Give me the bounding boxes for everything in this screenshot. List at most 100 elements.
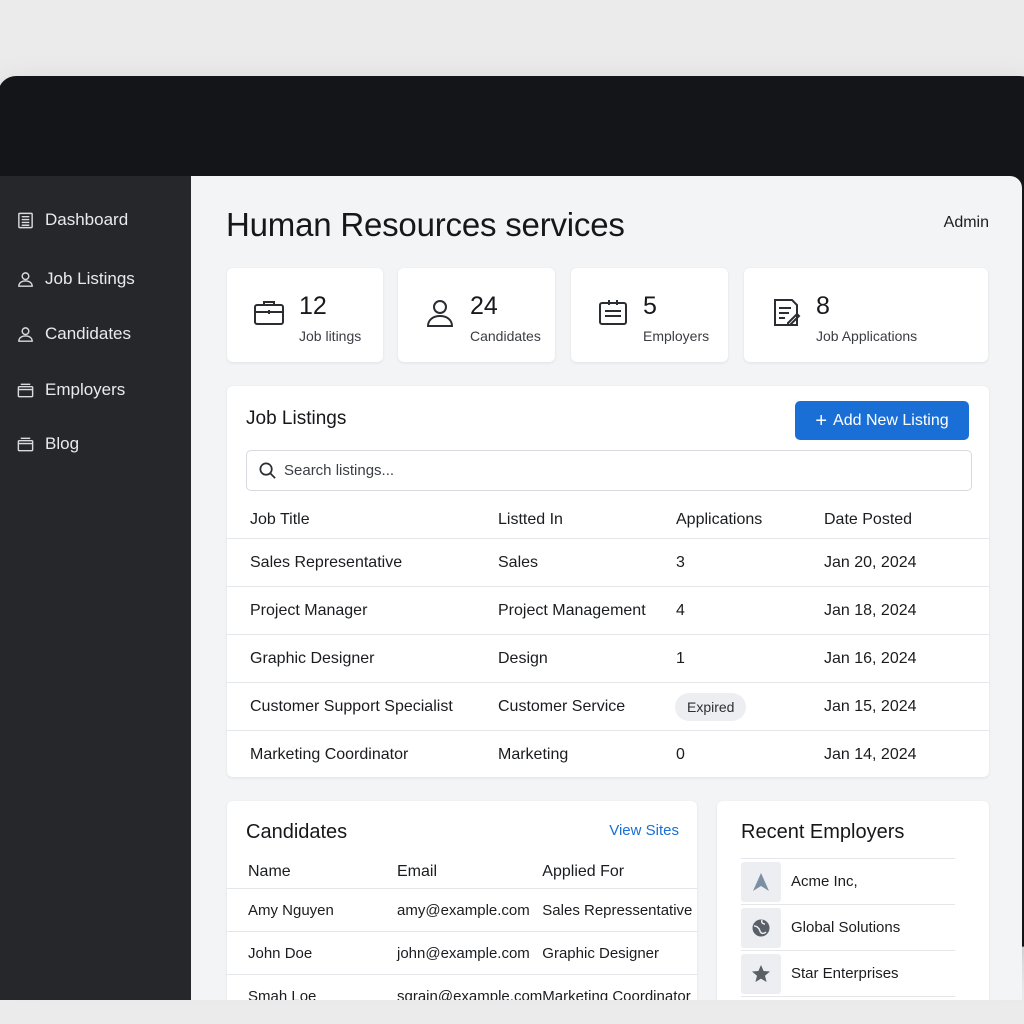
folder-icon xyxy=(16,381,35,400)
search-input[interactable] xyxy=(282,461,936,480)
sidebar: Dashboard Job Listings Candidates Employ… xyxy=(0,176,191,1000)
sidebar-item-label: Employers xyxy=(45,380,126,399)
category-cell: Sales xyxy=(498,538,676,587)
globe-logo-icon xyxy=(741,907,781,948)
applied-for-cell: Marketing Coordinator xyxy=(542,974,697,1000)
sidebar-item-label: Candidates xyxy=(45,324,132,343)
sidebar-item-dashboard[interactable]: Dashboard xyxy=(16,210,128,230)
app-screen: Dashboard Job Listings Candidates Employ… xyxy=(0,176,1022,1000)
applications-cell: 0 xyxy=(676,745,685,763)
sidebar-item-employers[interactable]: Employers xyxy=(16,380,125,400)
briefcase-icon xyxy=(252,296,286,330)
column-header[interactable]: Listted In xyxy=(498,502,676,539)
table-row[interactable]: Sales Representative Sales 3 Jan 20, 202… xyxy=(227,538,989,587)
category-cell: Customer Service xyxy=(498,682,676,731)
column-header[interactable]: Applications xyxy=(676,502,824,539)
employer-name: Star Enterprises xyxy=(791,965,899,982)
date-cell: Jan 14, 2024 xyxy=(824,745,917,763)
table-row[interactable]: Smah Loe sgrain@example.com Marketing Co… xyxy=(227,974,697,1000)
sidebar-item-blog[interactable]: Blog xyxy=(16,434,79,454)
recent-employers-title: Recent Employers xyxy=(741,821,905,843)
candidate-name-cell: Smah Loe xyxy=(227,974,397,1000)
column-header[interactable]: Email xyxy=(397,855,543,889)
column-header[interactable]: Applied For xyxy=(542,855,697,889)
column-header[interactable]: Date Posted xyxy=(824,502,989,539)
person-icon xyxy=(423,296,457,330)
stat-label: Job Applications xyxy=(816,328,918,344)
candidate-name-cell: John Doe xyxy=(227,931,397,975)
applied-for-cell: Graphic Designer xyxy=(542,931,697,975)
date-cell: Jan 15, 2024 xyxy=(824,682,989,731)
job-title-cell: Sales Representative xyxy=(227,538,498,587)
category-cell: Design xyxy=(498,634,676,683)
column-header[interactable]: Job Title xyxy=(227,502,498,539)
user-icon xyxy=(16,325,35,344)
view-sites-link[interactable]: View Sites xyxy=(609,822,679,839)
list-item[interactable]: Acme Inc, xyxy=(741,859,955,905)
date-cell: Jan 16, 2024 xyxy=(824,634,989,683)
plus-icon: + xyxy=(815,409,828,432)
candidates-table: Name Email Applied For Amy Nguyen amy@ex… xyxy=(227,855,697,1000)
admin-user-menu[interactable]: Admin xyxy=(944,214,989,232)
table-header-row: Name Email Applied For xyxy=(227,855,697,889)
job-title-cell: Marketing Coordinator xyxy=(250,745,409,763)
employer-name: Global Solutions xyxy=(791,919,901,936)
sidebar-item-label: Blog xyxy=(45,434,80,453)
page-title: Human Resources services xyxy=(226,206,625,243)
stat-value: 24 xyxy=(470,292,498,320)
list-item[interactable]: Star Enterprises xyxy=(741,951,955,997)
stat-label: Employers xyxy=(643,328,710,344)
sidebar-item-job-listings[interactable]: Job Listings xyxy=(16,269,135,289)
job-listings-panel: Job Listings + Add New Listing Job Title… xyxy=(227,386,989,777)
table-row[interactable]: Project Manager Project Management 4 Jan… xyxy=(227,586,989,635)
table-row[interactable]: Amy Nguyen amy@example.com Sales Repress… xyxy=(227,888,697,932)
list-item[interactable]: Global Solutions xyxy=(741,905,955,951)
table-row[interactable]: John Doe john@example.com Graphic Design… xyxy=(227,931,697,975)
job-listings-table: Job Title Listted In Applications Date P… xyxy=(227,502,989,778)
candidates-panel: Candidates View Sites Name Email Applied… xyxy=(227,801,697,1000)
employers-list: Acme Inc, Global Solutions Star Enterpri… xyxy=(741,858,955,997)
id-card-icon xyxy=(596,296,630,330)
candidate-email-cell: amy@example.com xyxy=(397,888,543,932)
stat-card-job-applications[interactable]: 8 Job Applications xyxy=(744,268,988,362)
folder-icon xyxy=(16,435,35,454)
add-new-listing-button[interactable]: + Add New Listing xyxy=(795,401,969,440)
stat-value: 12 xyxy=(299,292,327,320)
job-title-cell: Project Manager xyxy=(227,586,498,635)
stat-value: 8 xyxy=(816,292,830,320)
user-icon xyxy=(16,270,35,289)
candidate-name-cell: Amy Nguyen xyxy=(227,888,397,932)
table-row[interactable]: Graphic Designer Design 1 Jan 16, 2024 xyxy=(227,634,989,683)
main-content: Human Resources services Admin 12 Job li… xyxy=(191,176,1022,1000)
applications-cell: Expired xyxy=(675,682,824,731)
date-cell: Jan 20, 2024 xyxy=(824,538,989,587)
category-cell: Marketing xyxy=(498,745,569,763)
sidebar-item-label: Dashboard xyxy=(45,210,129,229)
candidate-email-cell: sgrain@example.com xyxy=(397,974,543,1000)
category-cell: Project Management xyxy=(498,586,676,635)
stat-card-candidates[interactable]: 24 Candidates xyxy=(398,268,555,362)
column-header[interactable]: Name xyxy=(227,855,397,889)
expired-badge: Expired xyxy=(675,692,747,721)
table-header-row: Job Title Listted In Applications Date P… xyxy=(227,502,989,539)
star-logo-icon xyxy=(741,953,781,994)
applications-cell: 3 xyxy=(676,538,824,587)
stat-card-job-listings[interactable]: 12 Job litings xyxy=(227,268,383,362)
job-listings-title: Job Listings xyxy=(246,408,347,429)
employer-name: Acme Inc, xyxy=(791,873,858,890)
search-icon xyxy=(259,462,276,479)
job-title-cell: Graphic Designer xyxy=(227,634,498,683)
sidebar-item-candidates[interactable]: Candidates xyxy=(16,324,131,344)
building-icon xyxy=(16,211,35,230)
tablet-frame: Dashboard Job Listings Candidates Employ… xyxy=(0,76,1024,1000)
applications-cell: 1 xyxy=(676,634,824,683)
table-row[interactable]: Marketing Coordinator Marketing 0 Jan 14… xyxy=(227,731,989,779)
job-title-cell: Customer Support Specialist xyxy=(227,682,498,731)
add-button-label: Add New Listing xyxy=(833,411,949,429)
stat-label: Candidates xyxy=(470,328,541,344)
table-row[interactable]: Customer Support Specialist Customer Ser… xyxy=(227,682,989,731)
stat-value: 5 xyxy=(643,292,657,320)
stat-card-employers[interactable]: 5 Employers xyxy=(571,268,728,362)
sidebar-item-label: Job Listings xyxy=(45,269,135,288)
applications-cell: 4 xyxy=(676,586,824,635)
